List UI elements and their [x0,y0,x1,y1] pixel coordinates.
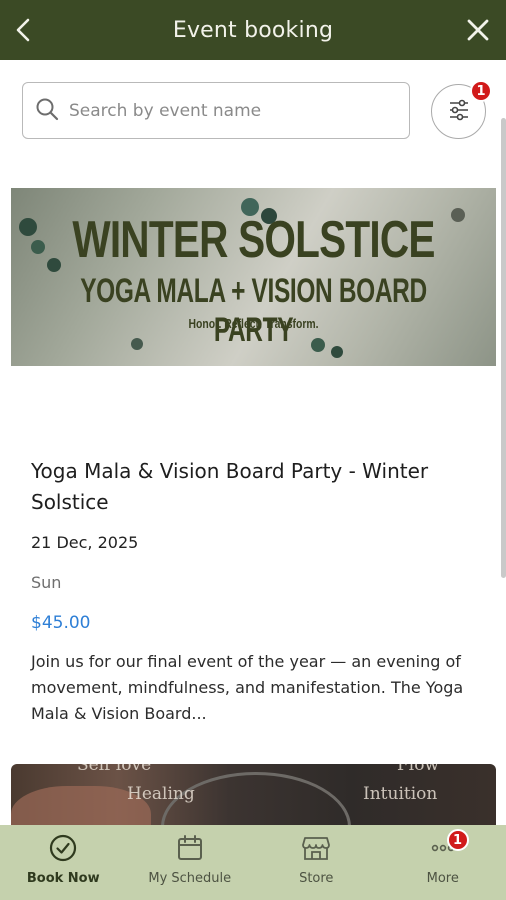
bead-decoration [451,208,465,222]
banner-word: Flow [397,764,440,775]
banner-subtitle: YOGA MALA + VISION BOARD PARTY [80,272,427,349]
back-arrow-icon[interactable] [10,12,38,48]
search-icon [23,97,59,125]
bead-decoration [19,218,37,236]
bead-decoration [31,240,45,254]
nav-label: More [426,871,459,886]
banner-word: Healing [127,784,195,804]
banner-word: Intuition [363,784,438,804]
bead-decoration [47,258,61,272]
sliders-icon [448,99,470,125]
nav-store[interactable]: Store [253,825,380,900]
event-description: Join us for our final event of the year … [31,652,464,723]
banner-word: Self love [77,764,152,775]
filter-button[interactable]: 1 [431,80,492,139]
nav-book-now[interactable]: Book Now [0,825,127,900]
banner-tagline: Honor. Reflect. Transform. [188,316,319,331]
filter-badge: 1 [470,80,492,102]
nav-label: My Schedule [148,871,232,886]
nav-my-schedule[interactable]: My Schedule [127,825,254,900]
search-box[interactable] [22,82,410,139]
search-input[interactable] [69,100,369,121]
event-price: $45.00 [31,613,91,633]
event-day: Sun [31,573,62,592]
event-banner-image[interactable]: WINTER SOLSTICE YOGA MALA + VISION BOARD… [11,188,496,366]
nav-label: Store [299,871,334,886]
bottom-navigation: Book Now My Schedule Store More 1 [0,825,506,900]
event-date: 21 Dec, 2025 [31,533,139,552]
event-title[interactable]: Yoga Mala & Vision Board Party - Winter … [31,456,481,518]
scrollbar[interactable] [501,118,506,578]
check-circle-icon [49,834,77,866]
page-title: Event booking [172,17,334,43]
more-badge: 1 [446,829,469,851]
nav-more[interactable]: More 1 [380,825,506,900]
nav-label: Book Now [26,871,100,886]
calendar-icon [176,834,204,866]
close-icon[interactable] [462,14,494,46]
app-header: Event booking [0,0,506,60]
store-icon [301,834,331,866]
banner-title: WINTER SOLSTICE [72,211,435,269]
